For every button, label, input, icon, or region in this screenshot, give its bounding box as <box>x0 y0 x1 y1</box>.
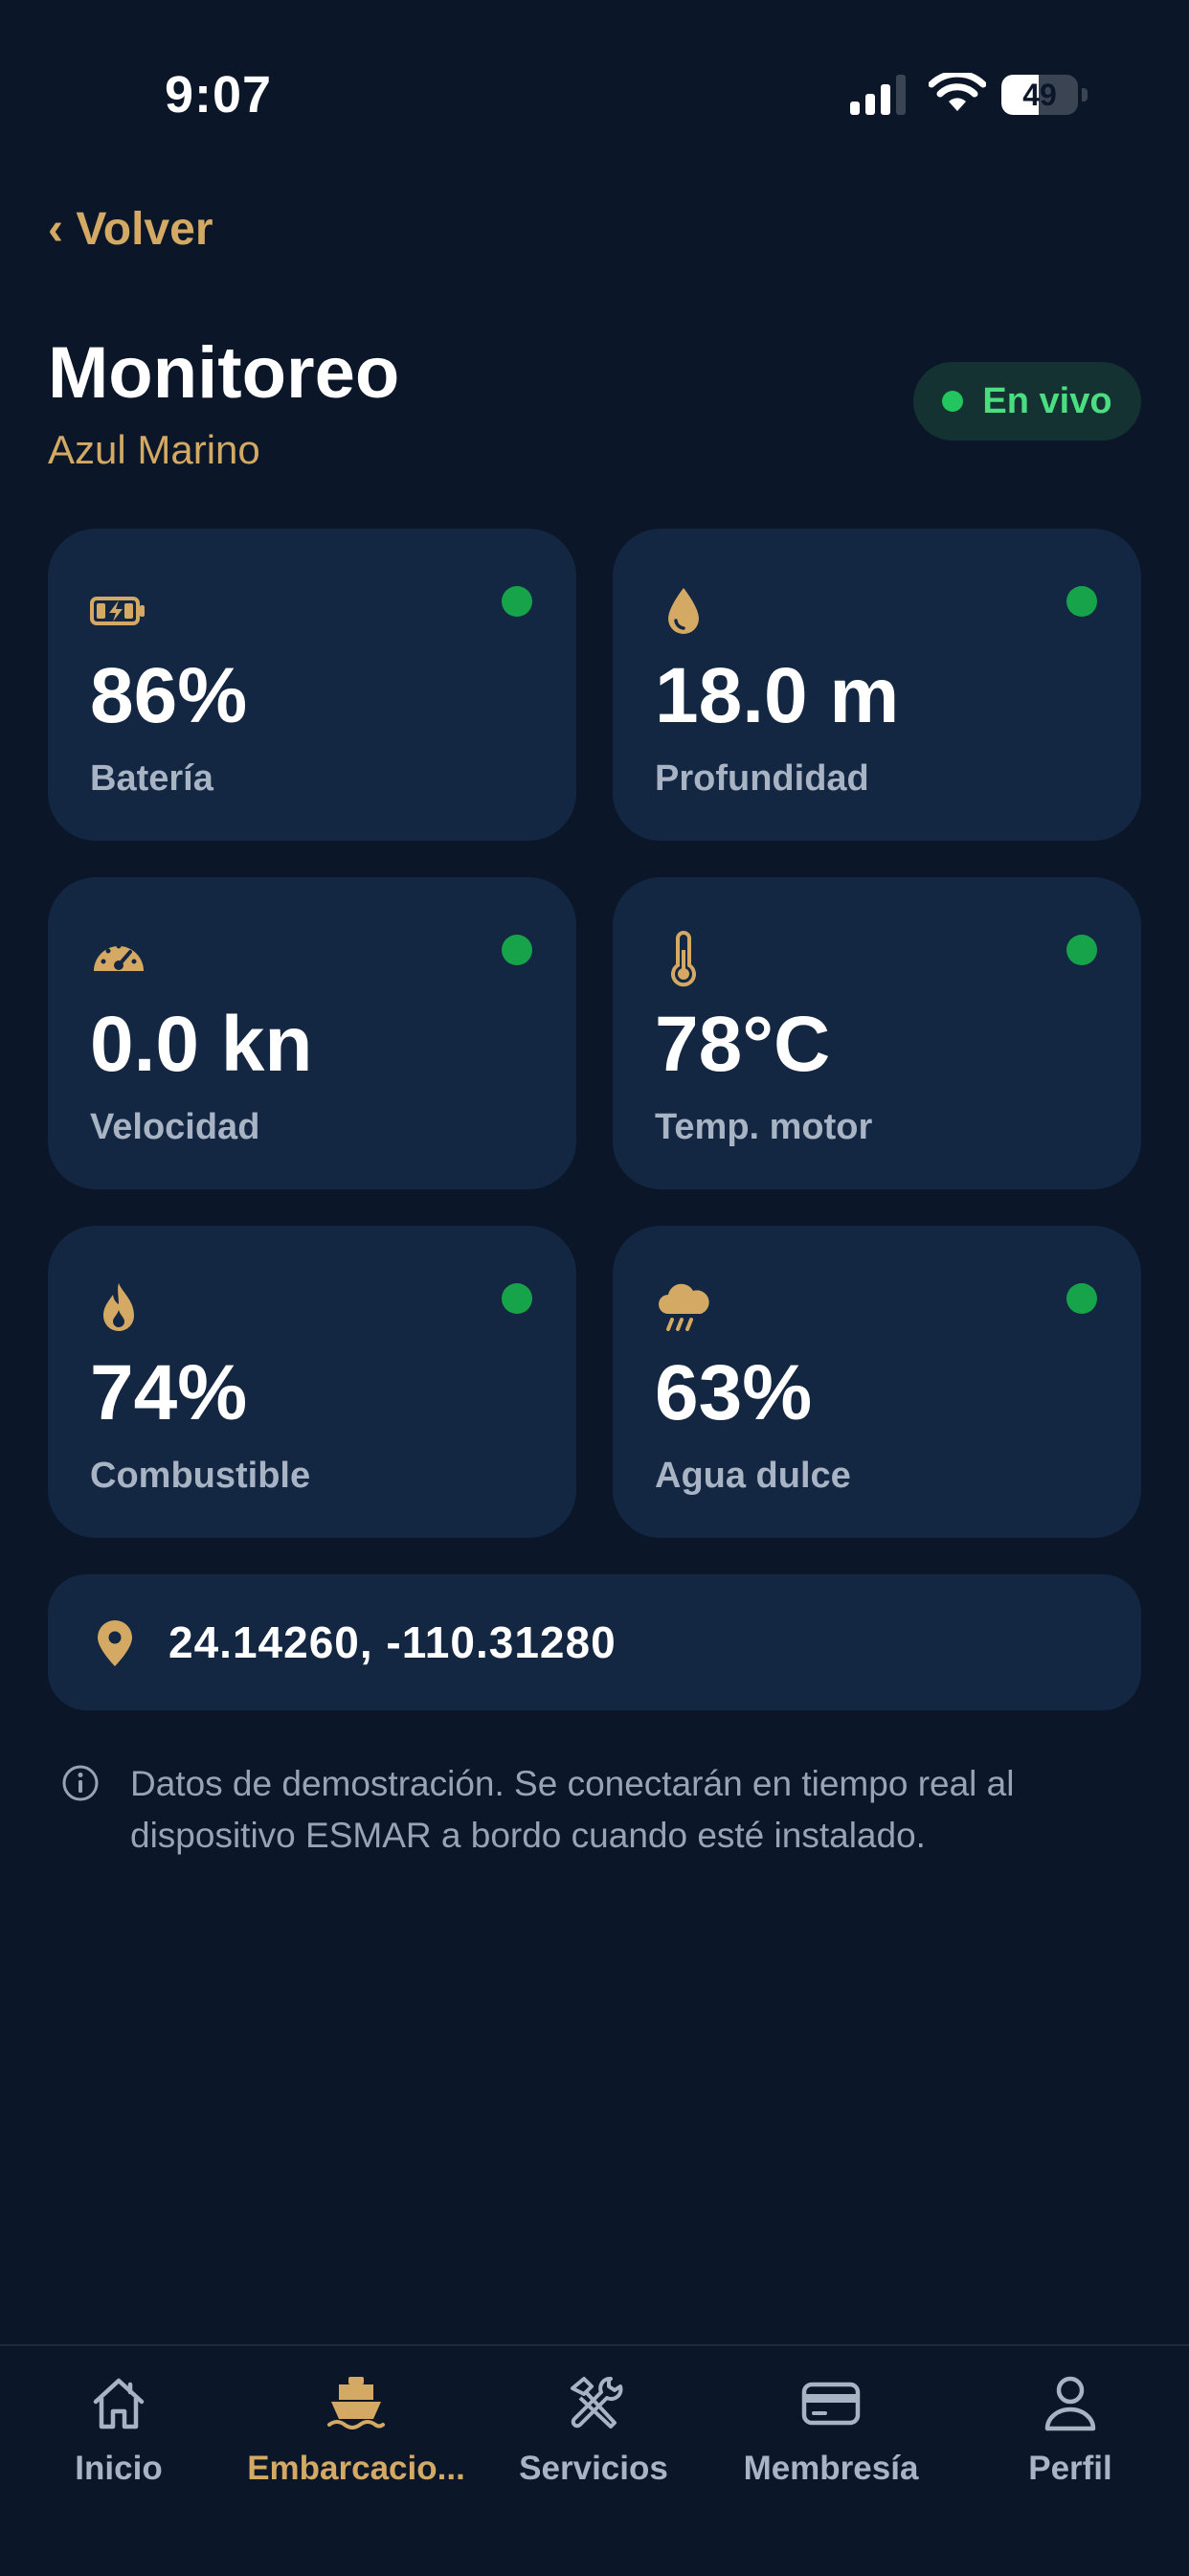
battery-percent: 49 <box>1022 78 1057 112</box>
location-card: 24.14260, -110.31280 <box>48 1574 1141 1710</box>
flame-icon <box>103 1283 134 1331</box>
metric-value: 18.0 m <box>655 652 900 739</box>
battery-charging-icon <box>90 597 145 625</box>
metric-card-speed: 0.0 kn Velocidad <box>48 877 576 1189</box>
vessel-name: Azul Marino <box>48 427 260 472</box>
cellular-signal-icon <box>850 75 906 115</box>
metric-card-fuel: 74% Combustible <box>48 1226 576 1538</box>
status-dot <box>1066 935 1097 965</box>
metric-label: Temp. motor <box>655 1107 873 1147</box>
tab-membresia[interactable]: Membresía <box>712 2346 950 2538</box>
status-time: 9:07 <box>165 66 273 124</box>
metric-value: 78°C <box>655 1001 831 1088</box>
status-dot <box>502 1283 532 1314</box>
tab-label: Servicios <box>519 2450 668 2487</box>
status-dot <box>1066 586 1097 617</box>
water-drop-icon <box>668 588 699 634</box>
battery-indicator: 49 <box>1001 75 1088 117</box>
thermometer-icon <box>671 931 696 987</box>
tab-perfil[interactable]: Perfil <box>952 2346 1189 2538</box>
status-dot <box>502 586 532 617</box>
metric-value: 86% <box>90 652 248 739</box>
metric-card-depth: 18.0 m Profundidad <box>613 529 1141 841</box>
wifi-icon <box>929 73 986 111</box>
tools-icon <box>571 2377 623 2429</box>
metric-value: 0.0 kn <box>90 1001 313 1088</box>
gps-coordinates: 24.14260, -110.31280 <box>168 1617 617 1667</box>
tab-label: Inicio <box>75 2450 163 2487</box>
metric-value: 63% <box>655 1349 813 1436</box>
page-title: Monitoreo <box>48 332 400 414</box>
speedometer-icon <box>94 943 144 971</box>
live-label: En vivo <box>982 380 1112 421</box>
metric-card-battery: 86% Batería <box>48 529 576 841</box>
metric-label: Combustible <box>90 1456 311 1496</box>
tab-label: Membresía <box>743 2450 919 2487</box>
tab-embarcaciones[interactable]: Embarcacio... <box>237 2346 475 2538</box>
tab-servicios[interactable]: Servicios <box>475 2346 712 2538</box>
credit-card-icon <box>801 2382 861 2426</box>
status-bar: 9:07 49 <box>0 0 1189 192</box>
metric-label: Batería <box>90 758 213 799</box>
status-dot <box>502 935 532 965</box>
metric-label: Agua dulce <box>655 1456 851 1496</box>
tab-inicio[interactable]: Inicio <box>0 2346 237 2538</box>
bottom-tab-bar: Inicio Embarcacio... Servicios Membresía <box>0 2344 1189 2576</box>
metric-card-engine-temp: 78°C Temp. motor <box>613 877 1141 1189</box>
map-pin-icon <box>98 1620 132 1666</box>
battery-icon: 49 <box>1001 75 1078 115</box>
info-icon <box>62 1765 99 1801</box>
metric-label: Velocidad <box>90 1107 260 1147</box>
back-button[interactable]: ‹ Volver <box>48 203 213 256</box>
metric-label: Profundidad <box>655 758 869 799</box>
tab-label: Perfil <box>1028 2450 1112 2487</box>
metric-card-fresh-water: 63% Agua dulce <box>613 1226 1141 1538</box>
tab-label: Embarcacio... <box>247 2450 465 2487</box>
battery-cap <box>1082 88 1088 102</box>
status-dot <box>1066 1283 1097 1314</box>
demo-data-note: Datos de demostración. Se conectarán en … <box>130 1764 1015 1855</box>
live-badge: En vivo <box>913 362 1141 441</box>
boat-icon <box>327 2377 385 2429</box>
home-icon <box>93 2378 145 2429</box>
live-dot <box>942 391 964 412</box>
user-icon <box>1044 2376 1096 2431</box>
rain-cloud-icon <box>659 1283 709 1331</box>
metric-value: 74% <box>90 1349 248 1436</box>
